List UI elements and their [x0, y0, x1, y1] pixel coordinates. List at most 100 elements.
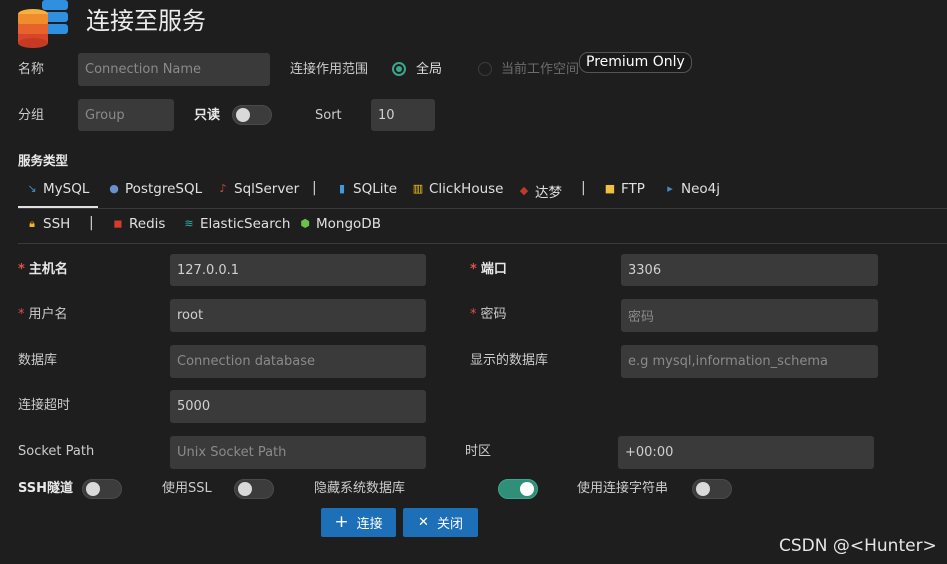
port-input[interactable]: 3306: [621, 254, 878, 286]
timeout-input[interactable]: 5000: [170, 390, 426, 423]
tab-mysql[interactable]: ↘ MySQL: [26, 181, 89, 197]
tab-dameng-label: 达梦: [535, 185, 562, 201]
show-databases-label: 显示的数据库: [470, 353, 549, 368]
required-mark: *: [18, 307, 25, 322]
sort-label: Sort: [315, 108, 342, 123]
group-label: 分组: [18, 108, 45, 123]
tab-neo4j[interactable]: ▸ Neo4j: [664, 181, 720, 197]
tab-redis[interactable]: ◼ Redis: [112, 216, 165, 232]
tab-sqlite-label: SQLite: [353, 181, 398, 197]
username-label: * 用户名: [18, 307, 68, 323]
name-label: 名称: [18, 62, 45, 77]
tab-neo4j-label: Neo4j: [681, 181, 721, 197]
tab-ftp-label: FTP: [621, 181, 645, 197]
premium-only-badge: Premium Only: [579, 52, 692, 73]
tab-separator: |: [312, 180, 317, 196]
connect-button[interactable]: + 连接: [321, 508, 396, 537]
tab-clickhouse[interactable]: ▥ ClickHouse: [412, 181, 504, 197]
tab-elasticsearch[interactable]: ≋ ElasticSearch: [183, 216, 290, 232]
use-connection-string-toggle[interactable]: [692, 479, 732, 499]
tab-ftp[interactable]: ■ FTP: [604, 181, 645, 197]
group-placeholder: Group: [85, 107, 125, 123]
socket-path-input[interactable]: Unix Socket Path: [170, 436, 426, 469]
tab-elasticsearch-label: ElasticSearch: [200, 216, 291, 232]
scope-workspace-label: 当前工作空间: [501, 62, 580, 77]
tab-mongodb[interactable]: ⬢ MongoDB: [299, 216, 381, 232]
use-ssl-toggle[interactable]: [234, 479, 274, 499]
database-label: 数据库: [18, 353, 58, 368]
host-value: 127.0.0.1: [177, 262, 240, 278]
password-placeholder: 密码: [628, 310, 655, 325]
hide-system-db-toggle[interactable]: [498, 479, 538, 499]
timezone-input[interactable]: +00:00: [618, 436, 874, 469]
folder-icon: ■: [604, 182, 616, 195]
username-label-text: 用户名: [28, 307, 68, 322]
password-label-text: 密码: [480, 307, 507, 322]
redis-icon: ◼: [113, 217, 123, 230]
scope-label: 连接作用范围: [290, 62, 369, 77]
tabs-divider: [18, 243, 947, 244]
tab-ssh-label: SSH: [43, 216, 71, 232]
lock-icon: 🔒︎: [29, 217, 35, 230]
connection-name-input[interactable]: Connection Name: [78, 53, 270, 86]
tab-dameng[interactable]: ◆ 达梦: [518, 181, 562, 202]
timeout-value: 5000: [177, 399, 211, 414]
show-databases-placeholder: e.g mysql,information_schema: [628, 354, 828, 369]
tab-sqlserver[interactable]: ♪ SqlServer: [217, 181, 299, 197]
tab-redis-label: Redis: [129, 216, 166, 232]
username-value: root: [177, 308, 204, 323]
tab-mongodb-label: MongoDB: [316, 216, 381, 232]
host-input[interactable]: 127.0.0.1: [170, 254, 426, 286]
tab-ssh[interactable]: 🔒︎ SSH: [26, 216, 70, 232]
timeout-label: 连接超时: [18, 398, 71, 413]
scope-global-radio[interactable]: [392, 62, 406, 76]
app-logo-icon: [18, 0, 68, 48]
ssh-tunnel-label: SSH隧道: [18, 481, 74, 496]
readonly-toggle[interactable]: [232, 105, 272, 125]
close-icon: ✕: [418, 515, 429, 530]
use-connection-string-label: 使用连接字符串: [577, 481, 669, 496]
mongodb-icon: ⬢: [300, 217, 310, 230]
timezone-value: +00:00: [625, 445, 674, 460]
hide-system-db-label: 隐藏系统数据库: [314, 481, 406, 496]
mysql-icon: ↘: [27, 182, 37, 195]
service-type-label: 服务类型: [18, 153, 69, 168]
csdn-watermark: CSDN @<Hunter>: [779, 536, 937, 556]
sort-value: 10: [378, 107, 395, 123]
tab-sqlserver-label: SqlServer: [234, 181, 300, 197]
tab-sqlite[interactable]: ▮ SQLite: [336, 181, 397, 197]
host-label: * 主机名: [18, 262, 68, 278]
close-button[interactable]: ✕ 关闭: [403, 508, 478, 537]
group-input[interactable]: Group: [78, 99, 174, 131]
sqlserver-icon: ♪: [219, 182, 227, 195]
connection-name-placeholder: Connection Name: [85, 62, 202, 77]
tabs-divider: [18, 208, 947, 209]
neo4j-icon: ▸: [667, 182, 673, 195]
page-title: 连接至服务: [86, 7, 206, 35]
required-mark: *: [470, 262, 477, 277]
password-input[interactable]: 密码: [621, 299, 878, 332]
database-input[interactable]: Connection database: [170, 345, 426, 378]
tab-clickhouse-label: ClickHouse: [429, 181, 504, 197]
postgresql-icon: ●: [109, 182, 119, 195]
clickhouse-icon: ▥: [412, 182, 424, 195]
close-button-label: 关闭: [436, 517, 463, 532]
scope-global-label[interactable]: 全局: [416, 62, 442, 78]
tab-separator: |: [89, 215, 94, 231]
tab-mysql-label: MySQL: [43, 181, 90, 197]
show-databases-input[interactable]: e.g mysql,information_schema: [621, 345, 878, 378]
required-mark: *: [470, 307, 477, 322]
use-ssl-label: 使用SSL: [162, 481, 212, 496]
elasticsearch-icon: ≋: [184, 217, 194, 230]
scope-workspace-radio: [478, 62, 492, 76]
port-label: * 端口: [470, 262, 507, 278]
socket-path-label: Socket Path: [18, 444, 95, 459]
sort-input[interactable]: 10: [371, 99, 435, 131]
connect-button-label: 连接: [356, 517, 383, 532]
sqlite-icon: ▮: [338, 182, 346, 195]
port-value: 3306: [628, 262, 662, 278]
readonly-label: 只读: [194, 108, 221, 123]
tab-postgresql[interactable]: ● PostgreSQL: [108, 181, 202, 197]
ssh-tunnel-toggle[interactable]: [82, 479, 122, 499]
username-input[interactable]: root: [170, 299, 426, 332]
